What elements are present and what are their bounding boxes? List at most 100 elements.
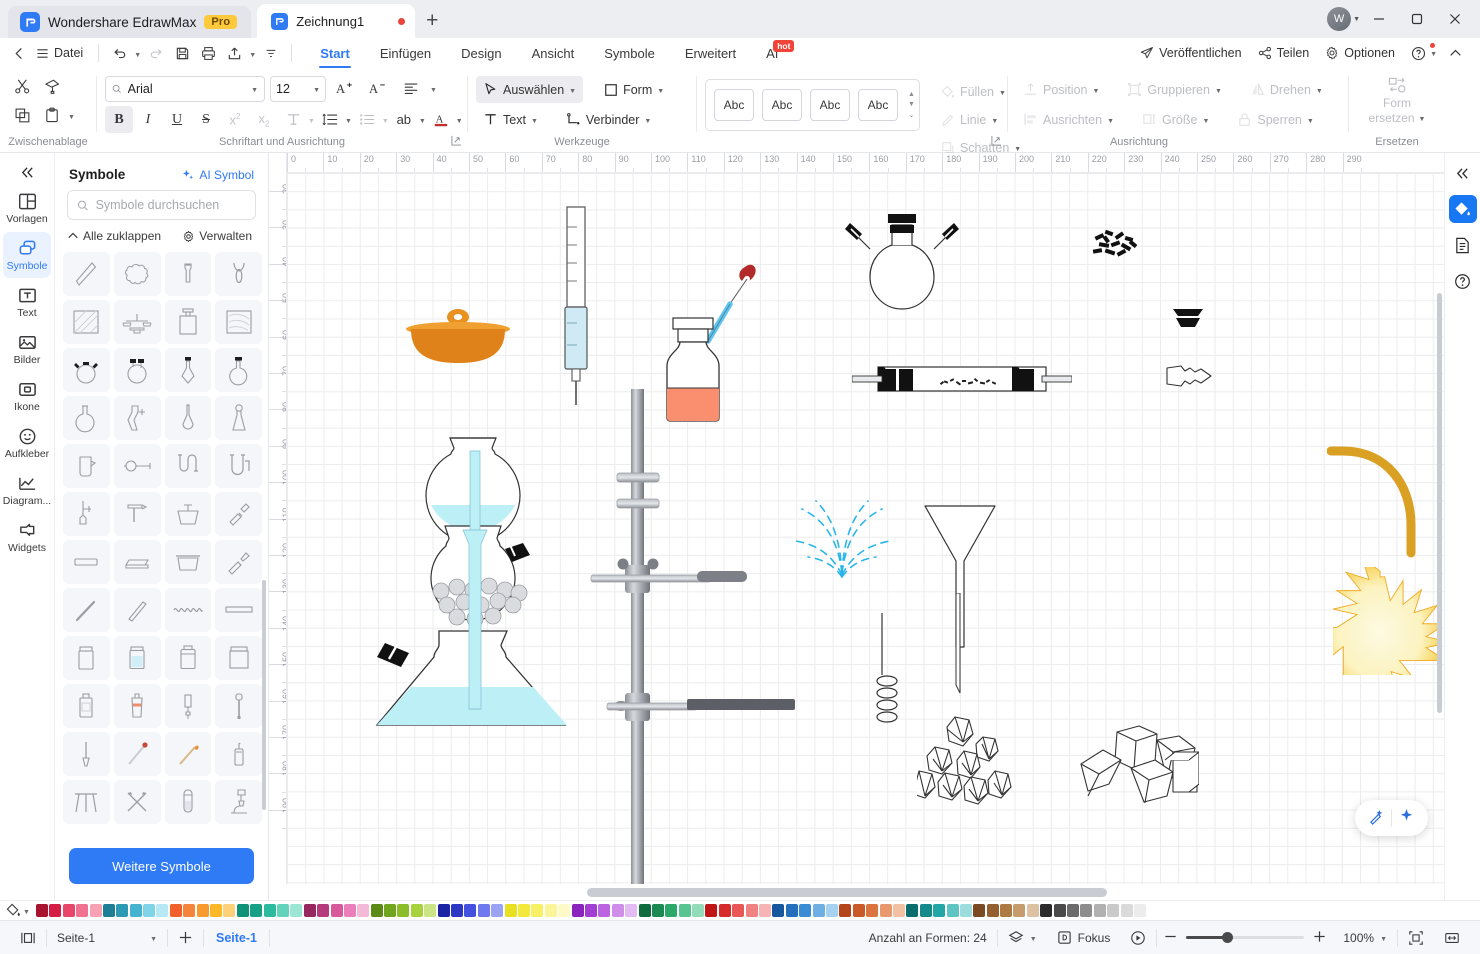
color-swatch[interactable] xyxy=(317,904,330,917)
color-swatch[interactable] xyxy=(879,904,892,917)
color-swatch[interactable] xyxy=(705,904,718,917)
symbol-item[interactable] xyxy=(113,636,161,680)
color-swatch[interactable] xyxy=(1013,904,1026,917)
sidebar-item-vorlagen[interactable]: Vorlagen xyxy=(3,185,51,231)
color-swatch[interactable] xyxy=(424,904,437,917)
help-button-right[interactable] xyxy=(1449,267,1477,295)
bullet-list-icon[interactable] xyxy=(353,106,381,133)
color-swatch[interactable] xyxy=(223,904,236,917)
color-swatch[interactable] xyxy=(933,904,946,917)
tab-einfuegen[interactable]: Einfügen xyxy=(365,38,446,68)
color-swatch[interactable] xyxy=(906,904,919,917)
symbol-item[interactable] xyxy=(215,396,262,440)
paste-icon[interactable] xyxy=(38,102,66,129)
florence-flask-blue[interactable] xyxy=(365,435,585,735)
symbol-item[interactable] xyxy=(164,732,212,776)
symbol-search-box[interactable] xyxy=(67,190,256,220)
color-swatch[interactable] xyxy=(625,904,638,917)
paste-dropdown-icon[interactable]: ▼ xyxy=(68,114,75,121)
color-swatch[interactable] xyxy=(196,904,209,917)
zoom-track[interactable] xyxy=(1186,932,1305,943)
rotate-button[interactable]: Drehen ▼ xyxy=(1243,76,1330,103)
sidebar-item-widgets[interactable]: Widgets xyxy=(3,514,51,560)
color-swatch[interactable] xyxy=(812,904,825,917)
copy-icon[interactable] xyxy=(8,102,36,129)
curved-tube-amber[interactable] xyxy=(1327,443,1437,561)
increase-font-size-icon[interactable]: A xyxy=(331,75,359,102)
color-swatch[interactable] xyxy=(1053,904,1066,917)
symbol-item[interactable] xyxy=(63,684,110,728)
color-swatch[interactable] xyxy=(49,904,62,917)
bullet-dropdown-icon[interactable]: ▼ xyxy=(382,118,389,125)
font-family-box[interactable]: ▼ xyxy=(105,75,265,102)
color-swatch[interactable] xyxy=(1107,904,1120,917)
color-swatch[interactable] xyxy=(343,904,356,917)
color-swatch[interactable] xyxy=(210,904,223,917)
symbol-item[interactable] xyxy=(164,492,212,536)
color-swatch[interactable] xyxy=(558,904,571,917)
sidebar-item-text[interactable]: Text xyxy=(3,279,51,325)
replace-shape-button[interactable]: Form ersetzen ▼ xyxy=(1358,73,1436,125)
text-case-icon[interactable]: ab xyxy=(390,106,418,133)
color-swatch[interactable] xyxy=(504,904,517,917)
color-swatch[interactable] xyxy=(477,904,490,917)
presentation-button[interactable] xyxy=(1120,927,1156,949)
file-menu-button[interactable]: Datei xyxy=(32,40,91,66)
fit-width-button[interactable] xyxy=(1434,927,1470,949)
color-swatch[interactable] xyxy=(1067,904,1080,917)
symbol-item[interactable] xyxy=(113,252,161,296)
two-neck-round-flask[interactable] xyxy=(837,213,967,333)
sidebar-item-diagramm[interactable]: Diagram... xyxy=(3,467,51,513)
tab-start[interactable]: Start xyxy=(305,38,365,68)
color-swatch[interactable] xyxy=(745,904,758,917)
zoom-slider[interactable] xyxy=(1157,929,1333,947)
new-tab-button[interactable]: + xyxy=(415,4,449,38)
color-swatch[interactable] xyxy=(410,904,423,917)
format-painter-icon[interactable] xyxy=(38,73,66,100)
symbol-search-input[interactable] xyxy=(95,198,246,212)
font-family-dropdown-icon[interactable]: ▼ xyxy=(251,87,258,94)
text-tool-button[interactable]: Text ▼ xyxy=(476,106,545,133)
symbol-item[interactable] xyxy=(164,396,212,440)
color-swatch[interactable] xyxy=(276,904,289,917)
color-swatch[interactable] xyxy=(102,904,115,917)
group-button[interactable]: Gruppieren ▼ xyxy=(1120,76,1228,103)
drawing-canvas[interactable] xyxy=(287,173,1444,884)
color-swatch[interactable] xyxy=(116,904,129,917)
color-swatch[interactable] xyxy=(598,904,611,917)
color-swatch[interactable] xyxy=(692,904,705,917)
color-swatch[interactable] xyxy=(852,904,865,917)
symbol-item[interactable] xyxy=(164,684,212,728)
symbol-item[interactable] xyxy=(63,252,110,296)
paragraph-align-icon[interactable] xyxy=(397,75,425,102)
symbol-item[interactable] xyxy=(63,780,110,824)
color-swatch[interactable] xyxy=(357,904,370,917)
text-effects-icon[interactable] xyxy=(279,106,307,133)
color-swatch[interactable] xyxy=(584,904,597,917)
account-menu[interactable]: W ▼ xyxy=(1327,7,1360,31)
color-swatch[interactable] xyxy=(169,904,182,917)
style-gallery-scroll[interactable]: ▲ ▼ ⌄ xyxy=(906,91,915,119)
font-color-dropdown-icon[interactable]: ▼ xyxy=(456,118,463,125)
strikethrough-button[interactable]: S xyxy=(192,106,220,133)
ai-symbol-button[interactable]: AI Symbol xyxy=(181,168,254,182)
sidebar-item-ikone[interactable]: Ikone xyxy=(3,373,51,419)
minimize-button[interactable] xyxy=(1360,4,1398,34)
color-swatch[interactable] xyxy=(544,904,557,917)
color-swatch[interactable] xyxy=(156,904,169,917)
manage-button[interactable]: Verwalten xyxy=(182,229,252,243)
cut-icon[interactable] xyxy=(8,73,36,100)
collapse-right-panel-icon[interactable] xyxy=(1449,159,1477,187)
symbol-item[interactable] xyxy=(215,540,262,584)
color-swatch[interactable] xyxy=(799,904,812,917)
symbol-grid-scrollbar[interactable] xyxy=(262,580,266,810)
export-dropdown-icon[interactable]: ▼ xyxy=(247,40,258,66)
ai-assistant-buttons[interactable] xyxy=(1355,800,1428,836)
syringe[interactable] xyxy=(554,205,596,405)
tab-symbole[interactable]: Symbole xyxy=(589,38,670,68)
color-swatch[interactable] xyxy=(973,904,986,917)
symbol-item[interactable] xyxy=(215,348,262,392)
symbol-item[interactable] xyxy=(215,732,262,776)
sidebar-item-symbole[interactable]: Symbole xyxy=(3,232,51,278)
zoom-level[interactable]: 100% ▼ xyxy=(1333,927,1397,949)
